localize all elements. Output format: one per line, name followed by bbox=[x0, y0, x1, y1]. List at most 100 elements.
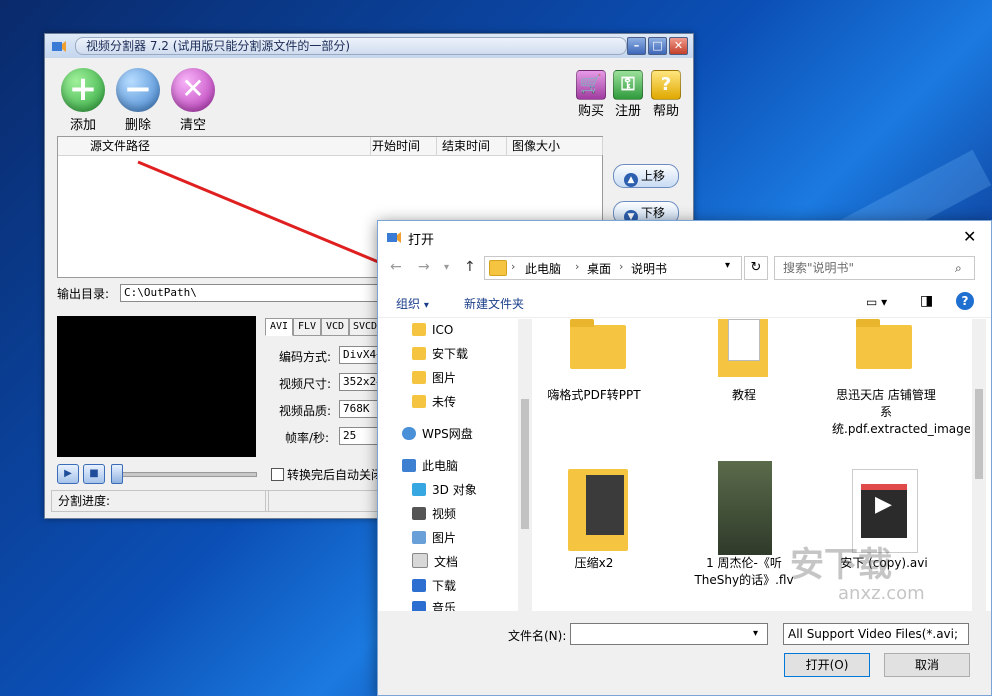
nav-item-label: 视频 bbox=[432, 507, 457, 521]
new-folder-button[interactable]: 新建文件夹 bbox=[464, 295, 524, 312]
file-name: 教程 bbox=[731, 388, 756, 402]
address-dropdown-icon[interactable]: ▾ bbox=[725, 260, 730, 271]
tab-avi[interactable]: AVI bbox=[265, 318, 293, 336]
stop-button[interactable]: ■ bbox=[83, 464, 105, 484]
open-button[interactable]: 打开(O) bbox=[784, 653, 870, 677]
up-arrow-icon: ↑ bbox=[464, 259, 476, 275]
music-icon bbox=[412, 601, 426, 611]
nav-item-3d[interactable]: 3D 对象 bbox=[412, 481, 477, 499]
folder-icon bbox=[856, 319, 912, 369]
buy-button[interactable]: 🛒 购买 bbox=[575, 70, 607, 119]
nav-item-this-pc[interactable]: 此电脑 bbox=[402, 457, 458, 475]
dialog-app-icon bbox=[387, 232, 401, 243]
tab-vcd[interactable]: VCD bbox=[321, 318, 349, 336]
app-icon bbox=[52, 41, 66, 52]
dialog-help-icon[interactable]: ? bbox=[956, 292, 974, 310]
organize-label: 组织 bbox=[396, 297, 421, 311]
nav-scrollbar[interactable] bbox=[518, 319, 532, 611]
column-image-size[interactable]: 图像大小 bbox=[508, 137, 603, 155]
breadcrumb-this-pc[interactable]: 此电脑 bbox=[525, 260, 561, 277]
minus-icon: − bbox=[116, 68, 160, 112]
refresh-icon: ↻ bbox=[750, 260, 762, 275]
nav-item-label: 文档 bbox=[434, 555, 459, 569]
column-source-path[interactable]: 源文件路径 bbox=[86, 137, 371, 155]
cancel-button[interactable]: 取消 bbox=[884, 653, 970, 677]
tab-flv[interactable]: FLV bbox=[293, 318, 321, 336]
folder-icon bbox=[412, 371, 426, 384]
video-thumbnail bbox=[718, 461, 772, 555]
nav-item-downloads[interactable]: 下载 bbox=[412, 577, 456, 595]
address-bar[interactable]: › 此电脑 › 桌面 › 说明书 ▾ bbox=[484, 256, 742, 280]
forward-button[interactable]: → bbox=[418, 259, 430, 275]
title-bar: 视频分割器 7.2 (试用版只能分割源文件的一部分) – □ ✕ bbox=[45, 34, 693, 58]
nav-item-videos[interactable]: 视频 bbox=[412, 505, 456, 523]
nav-item-music[interactable]: 音乐 bbox=[412, 599, 456, 611]
preview-pane-icon[interactable]: ◨ bbox=[920, 293, 933, 309]
help-button[interactable]: ? 帮助 bbox=[650, 70, 682, 119]
search-input[interactable]: 搜索"说明书" ⌕ bbox=[774, 256, 975, 280]
minimize-icon: – bbox=[633, 39, 640, 52]
nav-item-label: 图片 bbox=[432, 371, 457, 385]
document-icon bbox=[412, 553, 428, 568]
refresh-button[interactable]: ↻ bbox=[744, 256, 768, 280]
plus-icon: + bbox=[61, 68, 105, 112]
fps-select[interactable]: 25 bbox=[339, 427, 380, 445]
back-button[interactable]: ← bbox=[390, 259, 402, 275]
column-end-time[interactable]: 结束时间 bbox=[438, 137, 507, 155]
search-placeholder: 搜索"说明书" bbox=[783, 261, 855, 275]
maximize-button[interactable]: □ bbox=[648, 37, 667, 55]
breadcrumb-desktop[interactable]: 桌面 bbox=[587, 260, 611, 277]
delete-button[interactable]: − 删除 bbox=[116, 68, 160, 133]
file-type-value: All Support Video Files(*.avi; bbox=[788, 627, 959, 641]
column-start-time[interactable]: 开始时间 bbox=[368, 137, 437, 155]
breadcrumb-separator: › bbox=[619, 260, 624, 273]
auto-close-checkbox[interactable] bbox=[271, 468, 284, 481]
nav-item-pictures-quick[interactable]: 图片 bbox=[412, 369, 456, 387]
minimize-button[interactable]: – bbox=[627, 37, 646, 55]
dialog-close-button[interactable]: ✕ bbox=[963, 227, 976, 246]
files-scrollbar-thumb[interactable] bbox=[975, 389, 983, 479]
nav-item-label: 下载 bbox=[432, 579, 457, 593]
fps-label: 帧率/秒: bbox=[285, 431, 330, 445]
back-arrow-icon: ← bbox=[390, 259, 402, 275]
organize-button[interactable]: 组织 ▾ bbox=[396, 295, 429, 312]
nav-scrollbar-thumb[interactable] bbox=[521, 399, 529, 529]
size-label: 视频尺寸: bbox=[279, 377, 332, 391]
breadcrumb-manual[interactable]: 说明书 bbox=[631, 260, 667, 277]
move-up-button[interactable]: ▲ 上移 bbox=[613, 164, 679, 188]
clear-button[interactable]: ✕ 清空 bbox=[171, 68, 215, 133]
dialog-bottom-bar: 文件名(N): ▾ All Support Video Files(*.avi;… bbox=[378, 611, 991, 695]
files-scrollbar[interactable] bbox=[972, 319, 986, 611]
nav-item-wps[interactable]: WPS网盘 bbox=[402, 425, 473, 443]
file-name: 1 周杰伦-《听TheShy的话》.flv bbox=[694, 556, 794, 587]
output-label: 输出目录: bbox=[57, 287, 110, 301]
stop-icon: ■ bbox=[89, 468, 99, 479]
up-button[interactable]: ↑ bbox=[464, 259, 476, 275]
nav-item-documents[interactable]: 文档 bbox=[412, 553, 458, 571]
seek-handle[interactable] bbox=[111, 464, 123, 484]
view-options-icon[interactable]: ▭ ▾ bbox=[866, 295, 887, 309]
close-button[interactable]: ✕ bbox=[669, 37, 688, 55]
breadcrumb-separator: › bbox=[575, 260, 580, 273]
register-button[interactable]: ⚿ 注册 bbox=[612, 70, 644, 119]
nav-item-unsent[interactable]: 未传 bbox=[412, 393, 456, 411]
document-folder-icon bbox=[718, 319, 768, 377]
nav-item-pictures[interactable]: 图片 bbox=[412, 529, 456, 547]
add-button[interactable]: + 添加 bbox=[61, 68, 105, 133]
output-path-input[interactable]: C:\OutPath\ bbox=[120, 284, 381, 302]
codec-select[interactable]: DivX4+ bbox=[339, 346, 383, 364]
nav-item-ico[interactable]: ICO bbox=[412, 321, 453, 339]
size-select[interactable]: 352x24 bbox=[339, 373, 383, 391]
file-type-select[interactable]: All Support Video Files(*.avi; bbox=[783, 623, 969, 645]
picture-icon bbox=[412, 531, 426, 544]
filename-input[interactable]: ▾ bbox=[570, 623, 768, 645]
seek-slider[interactable] bbox=[111, 472, 257, 477]
recent-dropdown[interactable]: ▾ bbox=[444, 262, 449, 273]
quality-select[interactable]: 768K bbox=[339, 400, 380, 418]
nav-item-anxz[interactable]: 安下载 bbox=[412, 345, 468, 363]
download-icon bbox=[412, 579, 426, 592]
play-button[interactable]: ▶ bbox=[57, 464, 79, 484]
move-up-label: 上移 bbox=[641, 169, 666, 183]
search-icon: ⌕ bbox=[955, 261, 962, 275]
help-label: 帮助 bbox=[652, 104, 679, 119]
